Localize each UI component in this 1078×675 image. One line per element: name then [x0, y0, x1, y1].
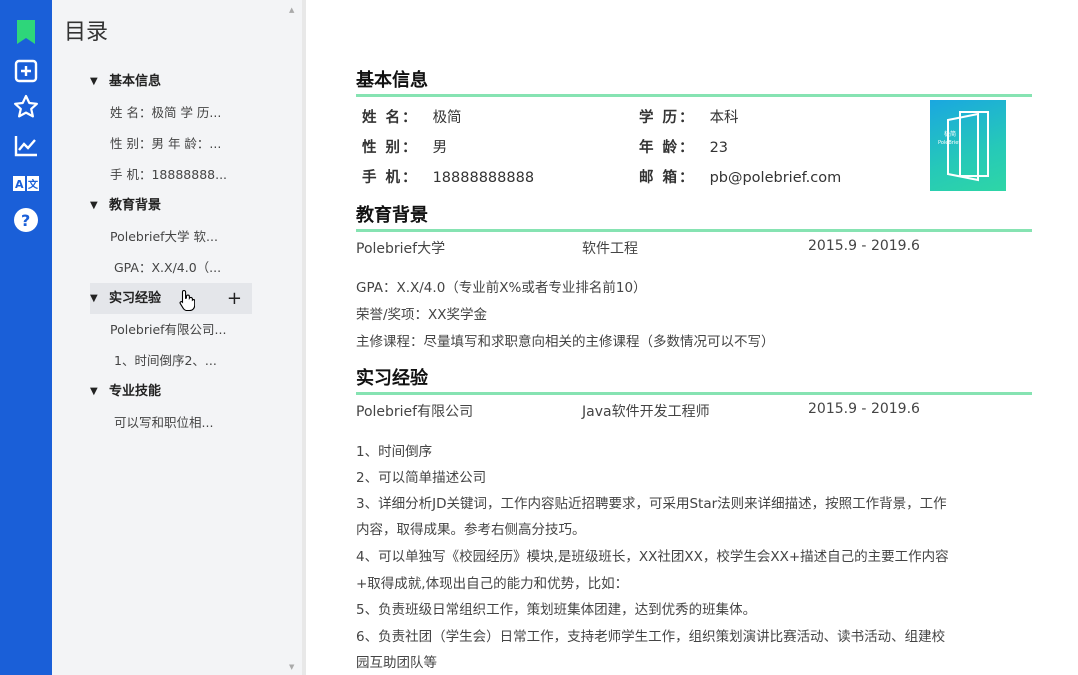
photo-logo-text: 极简 [944, 130, 956, 138]
outline-item[interactable]: 性 别：男 年 龄：... [52, 128, 288, 159]
outline-item[interactable]: 1、时间倒序2、... [52, 345, 288, 376]
photo-logo-text: PoleBrief [938, 140, 960, 146]
outline-scrollbar[interactable]: ▲ ▼ [286, 0, 300, 675]
outline-title: 目录 [64, 20, 109, 45]
help-icon[interactable]: ? [12, 206, 40, 234]
scroll-up-icon[interactable]: ▲ [289, 6, 294, 14]
chevron-down-icon[interactable]: ▼ [90, 66, 98, 97]
major-name: 软件工程 [582, 241, 638, 257]
field-value: 本科 [709, 110, 739, 126]
resume-editor: A文 ? 目录 ▼ 基本信息 姓 名：极简 学 历... 性 别：男 年 龄：.… [0, 0, 1078, 675]
chevron-down-icon[interactable]: ▼ [90, 376, 98, 407]
education-line[interactable]: 荣誉/奖项：XX奖学金 [356, 303, 487, 323]
section-title-internship[interactable]: 实习经验 [356, 364, 1032, 395]
field-gender[interactable]: 性 别： 男 [362, 136, 447, 157]
field-key: 学 历： [639, 110, 696, 126]
internship-line[interactable]: 4、可以单独写《校园经历》模块,是班级班长，XX社团XX，校学生会XX+描述自己… [356, 545, 949, 565]
outline-panel: 目录 ▼ 基本信息 姓 名：极简 学 历... 性 别：男 年 龄：... 手 … [52, 0, 302, 675]
field-name[interactable]: 姓 名： 极简 [362, 106, 462, 127]
add-box-icon[interactable] [12, 57, 40, 85]
field-key: 姓 名： [362, 110, 419, 126]
outline-item[interactable]: Polebrief有限公司... [52, 314, 288, 345]
internship-line[interactable]: 园互助团队等 [356, 651, 437, 671]
internship-line[interactable]: 6、负责社团（学生会）日常工作，支持老师学生工作，组织策划演讲比赛活动、读书活动… [356, 625, 945, 645]
outline-section-skills[interactable]: ▼ 专业技能 [52, 376, 288, 407]
profile-photo[interactable]: 极简 PoleBrief [930, 100, 1006, 191]
field-phone[interactable]: 手 机： 18888888888 [362, 166, 534, 187]
add-item-button[interactable]: + [227, 283, 242, 314]
field-value: 23 [709, 140, 729, 156]
internship-line[interactable]: 内容，取得成果。参考右侧高分技巧。 [356, 518, 586, 538]
field-key: 邮 箱： [639, 170, 696, 186]
outline-section-label: 专业技能 [109, 384, 162, 399]
section-title-basic[interactable]: 基本信息 [356, 66, 1032, 97]
outline-item[interactable]: 可以写和职位相... [52, 407, 288, 438]
outline-section-label: 实习经验 [109, 291, 162, 306]
svg-text:文: 文 [28, 178, 39, 191]
svg-text:A: A [15, 178, 24, 191]
outline-item[interactable]: 手 机：18888888... [52, 159, 288, 190]
outline-section-education[interactable]: ▼ 教育背景 [52, 190, 288, 221]
side-toolbar: A文 ? [0, 0, 52, 675]
school-name: Polebrief大学 [356, 241, 446, 257]
field-value: 18888888888 [432, 170, 535, 186]
outline-section-label: 基本信息 [109, 74, 162, 89]
education-line[interactable]: GPA：X.X/4.0（专业前X%或者专业排名前10） [356, 276, 647, 296]
internship-line[interactable]: 3、详细分析JD关键词，工作内容贴近招聘要求，可采用Star法则来详细描述，按照… [356, 492, 947, 512]
outline-item[interactable]: Polebrief大学 软... [52, 221, 288, 252]
field-key: 年 龄： [639, 140, 696, 156]
outline-item[interactable]: 姓 名：极简 学 历... [52, 97, 288, 128]
star-icon[interactable] [12, 93, 40, 121]
company-name: Polebrief有限公司 [356, 404, 474, 420]
section-title-education[interactable]: 教育背景 [356, 201, 1032, 232]
education-line[interactable]: 主修课程：尽量填写和求职意向相关的主修课程（多数情况可以不写） [356, 330, 775, 350]
education-period: 2015.9 - 2019.6 [808, 238, 920, 254]
resume-page: 基本信息 姓 名： 极简 学 历： 本科 性 别： 男 年 龄： 23 手 机： 1888… [306, 0, 1078, 675]
hand-cursor-icon [179, 289, 196, 323]
education-row[interactable]: Polebrief大学 软件工程 2015.9 - 2019.6 [356, 238, 1032, 258]
outline-tree: ▼ 基本信息 姓 名：极简 学 历... 性 别：男 年 龄：... 手 机：1… [52, 64, 288, 438]
outline-section-basic[interactable]: ▼ 基本信息 [52, 66, 288, 97]
field-key: 性 别： [362, 140, 419, 156]
field-education[interactable]: 学 历： 本科 [639, 106, 739, 127]
internship-line[interactable]: 2、可以简单描述公司 [356, 466, 486, 486]
chevron-down-icon[interactable]: ▼ [90, 190, 98, 221]
scroll-down-icon[interactable]: ▼ [289, 663, 294, 671]
internship-line[interactable]: +取得成就,体现出自己的能力和优势，比如： [356, 572, 628, 592]
chart-icon[interactable] [12, 132, 40, 160]
internship-period: 2015.9 - 2019.6 [808, 401, 920, 417]
internship-row[interactable]: Polebrief有限公司 Java软件开发工程师 2015.9 - 2019.… [356, 401, 1032, 421]
internship-line[interactable]: 1、时间倒序 [356, 440, 432, 460]
svg-text:?: ? [21, 211, 30, 230]
outline-section-internship[interactable]: ▼ 实习经验 + [90, 283, 252, 314]
outline-item[interactable]: GPA：X.X/4.0（... [52, 252, 288, 283]
bookmark-icon[interactable] [12, 18, 40, 46]
field-value: 极简 [432, 110, 462, 126]
internship-line[interactable]: 5、负责班级日常组织工作，策划班集体团建，达到优秀的班集体。 [356, 598, 756, 618]
chevron-down-icon[interactable]: ▼ [90, 283, 98, 314]
field-key: 手 机： [362, 170, 419, 186]
field-value: 男 [432, 140, 448, 156]
outline-section-label: 教育背景 [109, 198, 162, 213]
translate-icon[interactable]: A文 [12, 170, 40, 198]
field-age[interactable]: 年 龄： 23 [639, 136, 728, 157]
job-role: Java软件开发工程师 [582, 404, 710, 420]
field-value: pb@polebrief.com [709, 170, 842, 186]
field-email[interactable]: 邮 箱： pb@polebrief.com [639, 166, 841, 187]
